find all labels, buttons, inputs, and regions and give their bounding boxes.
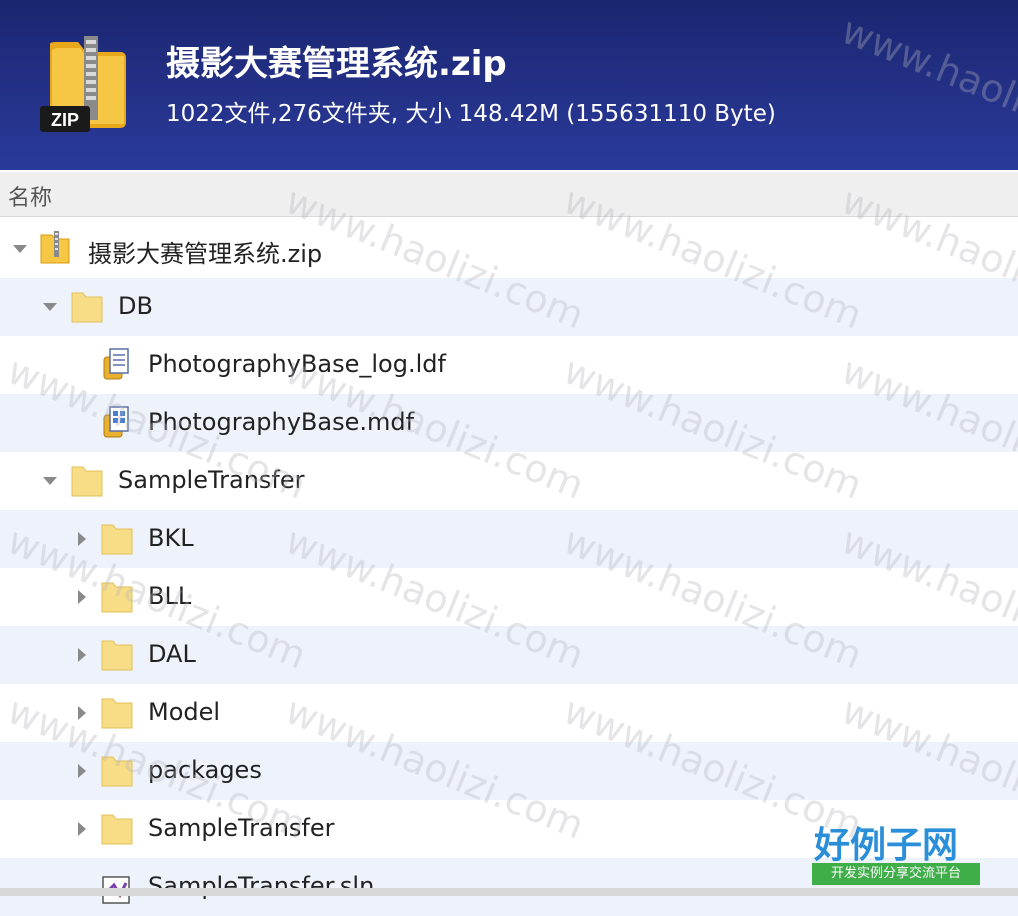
site-brand-logo: 好例子网 开发实例分享交流平台 xyxy=(812,816,982,886)
chevron-right-icon[interactable] xyxy=(74,531,90,547)
folder-icon xyxy=(101,814,133,845)
brand-title: 好例子网 xyxy=(814,825,959,866)
chevron-down-icon[interactable] xyxy=(42,473,58,489)
tree-item-label: BLL xyxy=(148,582,192,610)
visual-studio-solution-icon xyxy=(102,876,130,904)
folder-icon xyxy=(71,466,103,497)
tree-row-model[interactable]: Model xyxy=(0,684,1018,742)
chevron-down-icon[interactable] xyxy=(42,299,58,315)
chevron-right-icon[interactable] xyxy=(74,705,90,721)
chevron-right-icon[interactable] xyxy=(74,647,90,663)
folder-icon xyxy=(101,640,133,671)
tree-row-ldf[interactable]: PhotographyBase_log.ldf xyxy=(0,336,1018,394)
chevron-right-icon[interactable] xyxy=(74,589,90,605)
folder-icon xyxy=(101,698,133,729)
archive-summary: 1022文件,276文件夹, 大小 148.42M (155631110 Byt… xyxy=(166,101,776,127)
zip-badge-label: ZIP xyxy=(51,110,79,130)
tree-row-dal[interactable]: DAL xyxy=(0,626,1018,684)
tree-item-label: Model xyxy=(148,698,221,726)
archive-header: ZIP 摄影大赛管理系统.zip 1022文件,276文件夹, 大小 148.4… xyxy=(0,0,1018,170)
chevron-right-icon[interactable] xyxy=(74,763,90,779)
chevron-down-icon[interactable] xyxy=(12,241,28,257)
tree-row-sampletransfer[interactable]: SampleTransfer xyxy=(0,452,1018,510)
tree-item-label: DAL xyxy=(148,640,196,668)
archive-title: 摄影大赛管理系统.zip xyxy=(166,44,507,84)
folder-icon xyxy=(101,524,133,555)
database-file-icon xyxy=(103,406,129,438)
database-log-file-icon xyxy=(103,348,129,380)
tree-item-label: PhotographyBase_log.ldf xyxy=(148,350,446,378)
folder-icon xyxy=(101,582,133,613)
brand-subtitle: 开发实例分享交流平台 xyxy=(812,863,980,885)
tree-item-label: SampleTransfer xyxy=(148,814,335,842)
tree-item-label: DB xyxy=(118,292,153,320)
chevron-right-icon[interactable] xyxy=(74,821,90,837)
tree-item-label: SampleTransfer xyxy=(118,466,305,494)
scrollbar-track[interactable] xyxy=(0,888,1018,896)
tree-row-mdf[interactable]: PhotographyBase.mdf xyxy=(0,394,1018,452)
file-tree: 摄影大赛管理系统.zip DB PhotographyBase_log.ldf … xyxy=(0,220,1018,916)
column-header-name[interactable]: 名称 xyxy=(0,172,1018,217)
tree-item-label: 摄影大赛管理系统.zip xyxy=(88,240,323,268)
zip-file-icon xyxy=(40,231,70,264)
column-header-label: 名称 xyxy=(8,186,53,211)
zip-archive-icon: ZIP xyxy=(40,36,126,132)
tree-row-bkl[interactable]: BKL xyxy=(0,510,1018,568)
tree-row-bll[interactable]: BLL xyxy=(0,568,1018,626)
tree-row-packages[interactable]: packages xyxy=(0,742,1018,800)
tree-item-label: PhotographyBase.mdf xyxy=(148,408,415,436)
folder-icon xyxy=(71,292,103,323)
folder-icon xyxy=(101,756,133,787)
tree-row-root[interactable]: 摄影大赛管理系统.zip xyxy=(0,220,1018,278)
tree-row-db[interactable]: DB xyxy=(0,278,1018,336)
tree-item-label: packages xyxy=(148,756,262,784)
tree-item-label: BKL xyxy=(148,524,194,552)
